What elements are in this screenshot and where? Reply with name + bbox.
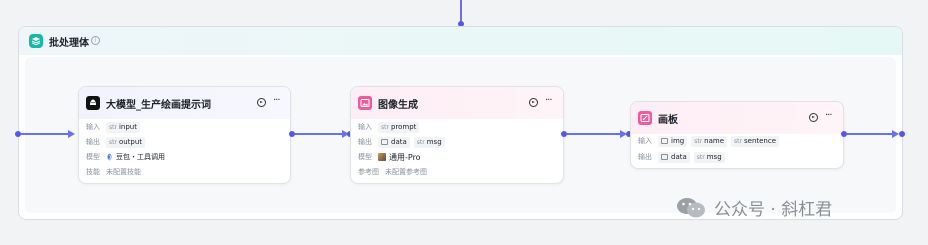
type-label: str — [696, 153, 705, 161]
connection-line — [295, 133, 344, 135]
type-label: str — [381, 123, 389, 131]
llm-node-title: 大模型_生产绘画提示词 — [106, 100, 211, 111]
variable-name: data — [391, 138, 407, 146]
board-node-title: 画板 — [658, 115, 678, 126]
image-output-row: 输出 data str msg — [358, 135, 449, 149]
output-data-tag: data — [378, 136, 410, 148]
variable-name: img — [671, 137, 685, 145]
arrow-head-icon — [68, 130, 75, 138]
run-node-icon[interactable] — [529, 98, 538, 107]
llm-output-row: 输出 str output — [86, 135, 149, 149]
variable-name: name — [704, 137, 725, 145]
model-value: 通用-Pro — [389, 152, 421, 162]
llm-node[interactable]: 大模型_生产绘画提示词 ··· 输入 str input 输出 str output… — [78, 86, 291, 184]
input-variable-tag: str input — [106, 121, 140, 133]
llm-node-header: 大模型_生产绘画提示词 ··· — [79, 87, 290, 119]
watermark: 公众号 · 斜杠君 — [676, 195, 832, 220]
output-variable-tag: str output — [106, 136, 146, 148]
doubao-icon — [106, 153, 113, 161]
model-label: 模型 — [358, 153, 372, 161]
output-msg-tag: str msg — [693, 151, 725, 163]
variable-name: output — [118, 138, 143, 146]
image-type-icon — [661, 154, 668, 160]
variable-name: sentence — [743, 137, 777, 145]
model-label: 模型 — [86, 153, 100, 161]
layers-icon — [29, 34, 43, 48]
batch-inner-end-port[interactable] — [899, 131, 905, 137]
board-icon — [638, 111, 652, 125]
input-label: 输入 — [86, 123, 100, 131]
connection-line-end — [847, 133, 894, 135]
arrow-head-icon — [892, 130, 899, 138]
board-output-row: 输出 data str msg — [638, 150, 729, 164]
type-label: str — [694, 137, 703, 145]
image-input-row: 输入 str prompt — [358, 120, 423, 134]
skill-value: 未配置技能 — [106, 168, 141, 176]
reference-value: 未配置参考图 — [385, 168, 427, 176]
more-options-icon[interactable]: ··· — [825, 110, 832, 121]
llm-skill-row: 技能 未配置技能 — [86, 165, 141, 179]
variable-name: data — [671, 153, 687, 161]
llm-model-row: 模型 豆包・工具调用 — [86, 150, 165, 164]
image-generation-node[interactable]: 图像生成 ··· 输入 str prompt 输出 data str msg 模型 … — [350, 86, 564, 184]
image-node-header: 图像生成 ··· — [351, 87, 563, 119]
image-model-row: 模型 通用-Pro — [358, 150, 421, 164]
output-label: 输出 — [638, 153, 652, 161]
run-node-icon[interactable] — [809, 113, 818, 122]
input-label: 输入 — [638, 137, 652, 145]
output-label: 输出 — [86, 138, 100, 146]
input-variable-tag: str prompt — [378, 121, 420, 133]
image-ref-row: 参考图 未配置参考图 — [358, 165, 427, 179]
llm-model-icon — [86, 96, 100, 110]
type-label: str — [416, 138, 425, 146]
batch-node-header: 批处理体 i — [19, 27, 902, 55]
batch-node-title: 批处理体 — [49, 38, 89, 49]
output-data-tag: data — [658, 151, 690, 163]
type-label: str — [734, 137, 742, 145]
image-type-icon — [381, 139, 388, 145]
output-label: 输出 — [358, 138, 372, 146]
workflow-canvas[interactable]: 批处理体 i 大模型_生产绘画提示词 ··· 输入 str input 输出 st… — [0, 0, 928, 245]
variable-name: msg — [706, 153, 722, 161]
variable-name: msg — [426, 138, 442, 146]
input-label: 输入 — [358, 123, 372, 131]
info-icon[interactable]: i — [91, 36, 100, 45]
image-icon — [358, 96, 372, 110]
type-label: str — [109, 123, 117, 131]
watermark-text: 公众号 · 斜杠君 — [714, 200, 833, 220]
wechat-icon — [676, 197, 706, 219]
image-type-icon — [661, 138, 668, 144]
type-label: str — [109, 138, 117, 146]
input-img-tag: img — [658, 135, 688, 147]
board-input-row: 输入 img str name str sentence — [638, 134, 783, 148]
output-msg-tag: str msg — [413, 136, 445, 148]
more-options-icon[interactable]: ··· — [545, 95, 552, 106]
variable-name: input — [118, 123, 137, 131]
board-node-header: 画板 ··· — [631, 102, 843, 134]
connection-line — [567, 133, 622, 135]
model-value: 豆包・工具调用 — [116, 153, 165, 161]
input-name-tag: str name — [691, 135, 728, 147]
board-node[interactable]: 画板 ··· 输入 img str name str sentence 输出 dat… — [630, 101, 844, 169]
reference-label: 参考图 — [358, 168, 379, 176]
llm-input-row: 输入 str input — [86, 120, 144, 134]
more-options-icon[interactable]: ··· — [273, 95, 280, 106]
variable-name: prompt — [390, 123, 417, 131]
run-node-icon[interactable] — [257, 98, 266, 107]
connection-line-start — [21, 133, 70, 135]
image-node-title: 图像生成 — [378, 100, 418, 111]
model-thumbnail-icon — [378, 153, 386, 161]
skill-label: 技能 — [86, 168, 100, 176]
input-sentence-tag: str sentence — [731, 135, 780, 147]
